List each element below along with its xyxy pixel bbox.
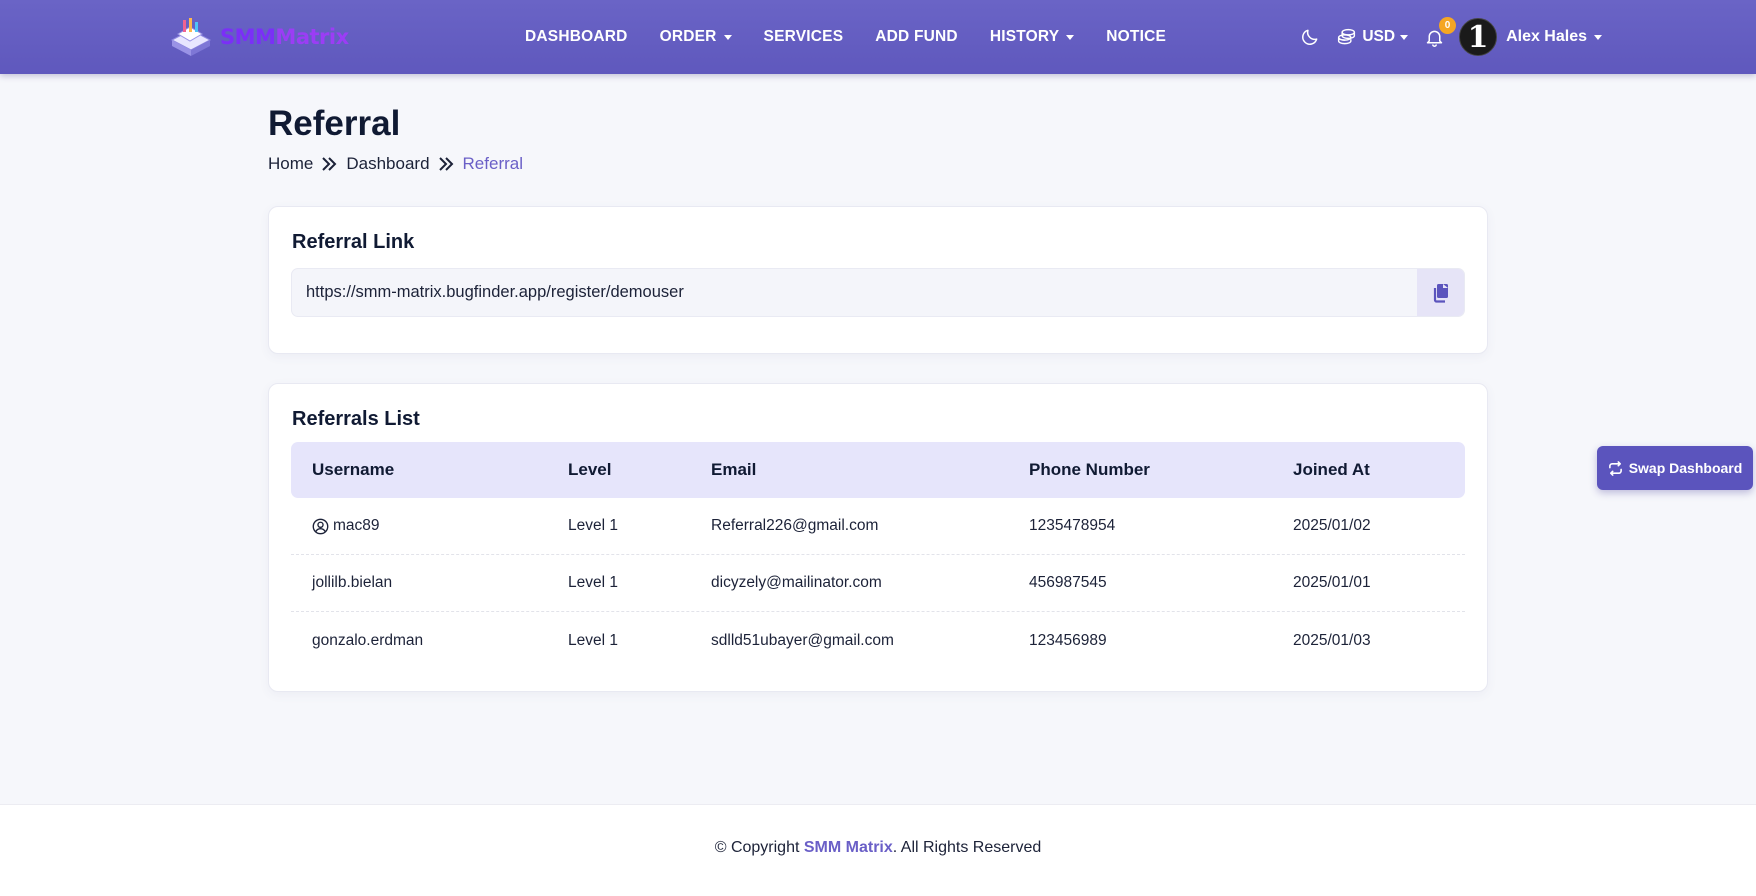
cell-username: gonzalo.erdman <box>312 631 424 649</box>
double-chevron-right-icon <box>321 157 337 171</box>
column-header-level: Level <box>568 460 612 479</box>
cell-email: sdlld51ubayer@gmail.com <box>711 631 894 649</box>
copy-link-button[interactable] <box>1417 269 1464 316</box>
cell-joined-at: 2025/01/03 <box>1293 631 1371 649</box>
avatar[interactable]: 1 <box>1459 18 1498 56</box>
referrals-list-card: Referrals List Username Level Email Phon… <box>268 383 1488 692</box>
coins-icon <box>1338 28 1356 44</box>
notification-count-badge: 0 <box>1439 16 1457 34</box>
table-row: gonzalo.erdman Level 1 sdlld51ubayer@gma… <box>291 612 1465 669</box>
column-header-username: Username <box>312 460 395 479</box>
cell-phone: 123456989 <box>1029 631 1107 649</box>
cell-phone: 456987545 <box>1029 574 1107 591</box>
cell-email: dicyzely@mailinator.com <box>711 574 882 591</box>
cell-username: mac89 <box>312 517 380 535</box>
breadcrumb-home[interactable]: Home <box>268 154 313 174</box>
moon-icon <box>1302 29 1318 45</box>
nav-notice[interactable]: NOTICE <box>1106 28 1166 46</box>
cell-level: Level 1 <box>568 574 618 591</box>
footer-brand-link[interactable]: SMM Matrix <box>804 839 893 856</box>
logo[interactable]: SMMMatrix <box>168 14 349 60</box>
referral-link-title: Referral Link <box>292 231 415 253</box>
top-navbar: SMMMatrix DASHBOARD ORDER SERVICES ADD F… <box>0 0 1756 74</box>
theme-toggle-button[interactable] <box>1300 27 1320 47</box>
currency-selector[interactable]: USD <box>1336 27 1409 48</box>
main-nav: DASHBOARD ORDER SERVICES ADD FUND HISTOR… <box>525 0 1198 74</box>
cell-level: Level 1 <box>568 517 618 534</box>
user-menu[interactable]: Alex Hales <box>1506 28 1602 46</box>
logo-icon <box>170 18 212 56</box>
breadcrumb-dashboard[interactable]: Dashboard <box>346 154 429 174</box>
cell-username: jollilb.bielan <box>312 574 393 591</box>
logo-text: SMMMatrix <box>220 25 349 49</box>
cell-phone: 1235478954 <box>1029 517 1116 534</box>
referral-link-input[interactable] <box>292 269 1418 316</box>
nav-order[interactable]: ORDER <box>660 28 732 46</box>
referrals-list-title: Referrals List <box>292 408 420 430</box>
swap-dashboard-button[interactable]: Swap Dashboard <box>1597 446 1753 490</box>
footer: © Copyright SMM Matrix. All Rights Reser… <box>0 804 1756 896</box>
referral-link-group <box>291 268 1465 317</box>
referral-link-card: Referral Link <box>268 206 1488 354</box>
swap-icon <box>1608 460 1622 476</box>
cell-joined-at: 2025/01/01 <box>1293 574 1371 591</box>
nav-add-fund[interactable]: ADD FUND <box>875 28 958 46</box>
breadcrumb-referral: Referral <box>462 154 523 173</box>
cell-joined-at: 2025/01/02 <box>1293 517 1371 534</box>
user-circle-icon <box>312 518 329 534</box>
referrals-table: Username Level Email Phone Number Joined… <box>291 442 1465 669</box>
nav-services[interactable]: SERVICES <box>764 28 844 46</box>
page-title: Referral <box>268 104 401 143</box>
chevron-down-icon <box>1594 34 1602 40</box>
header-tools: USD 0 1 Alex Hales <box>1300 0 1602 74</box>
table-row: mac89 Level 1 Referral226@gmail.com 1235… <box>291 498 1465 555</box>
table-header: Username Level Email Phone Number Joined… <box>291 442 1465 498</box>
notifications-button[interactable]: 0 <box>1424 16 1457 48</box>
chevron-down-icon <box>723 34 732 40</box>
chevron-down-icon <box>1066 34 1075 40</box>
nav-history[interactable]: HISTORY <box>990 28 1075 46</box>
cell-email: Referral226@gmail.com <box>711 517 879 534</box>
column-header-email: Email <box>711 460 757 479</box>
nav-dashboard[interactable]: DASHBOARD <box>525 28 628 46</box>
column-header-joined-at: Joined At <box>1293 460 1370 479</box>
double-chevron-right-icon <box>438 157 454 171</box>
column-header-phone: Phone Number <box>1029 460 1150 479</box>
chevron-down-icon <box>1400 34 1409 40</box>
cell-level: Level 1 <box>568 631 618 649</box>
breadcrumb: Home Dashboard Referral <box>268 154 523 174</box>
table-row: jollilb.bielan Level 1 dicyzely@mailinat… <box>291 555 1465 612</box>
footer-copyright: © Copyright SMM Matrix. All Rights Reser… <box>714 839 1042 856</box>
copy-icon <box>1433 283 1448 303</box>
